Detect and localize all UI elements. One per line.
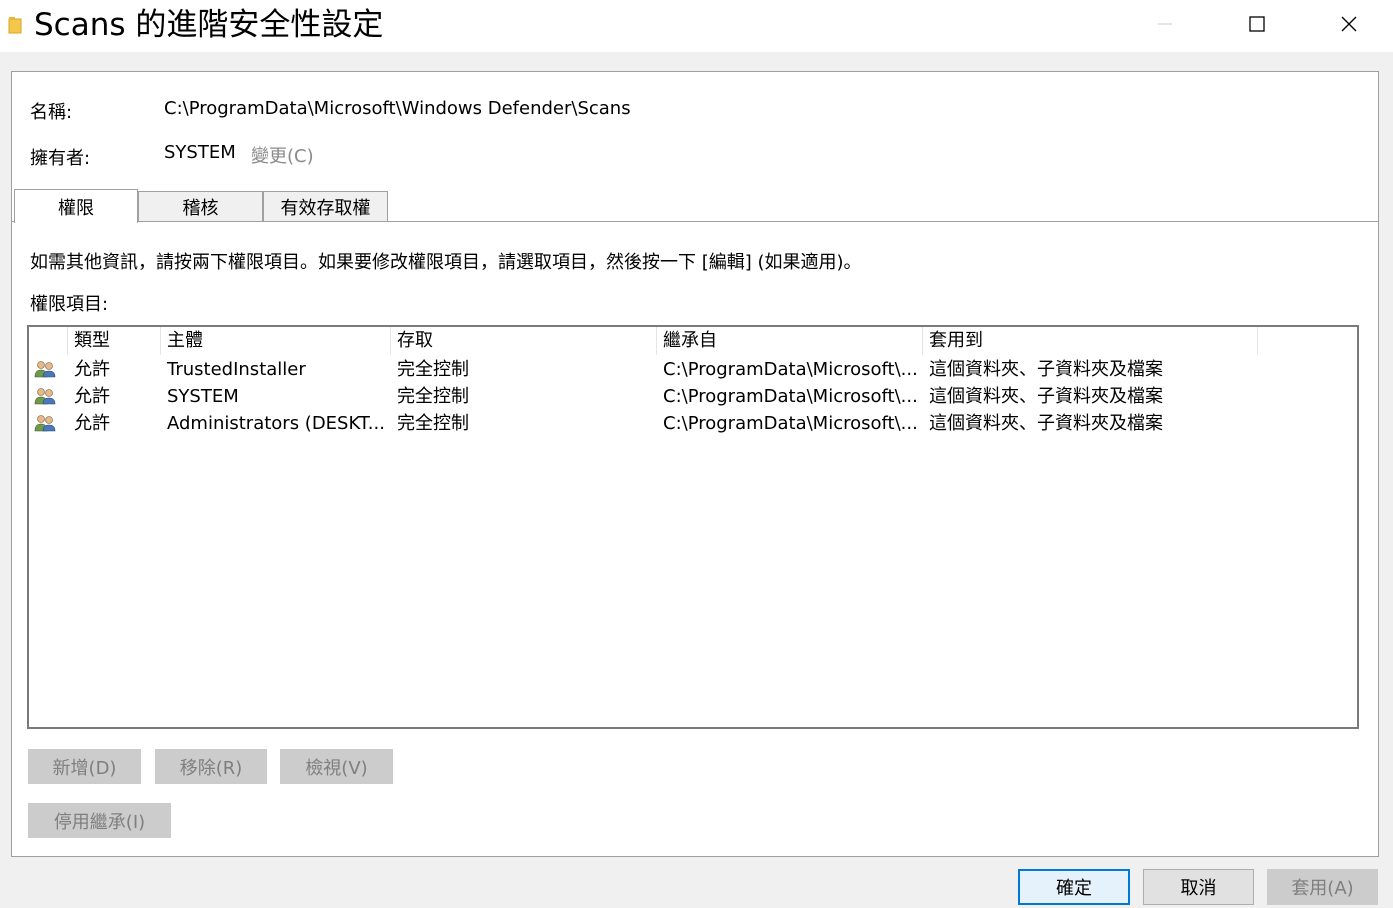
column-header-icon[interactable] xyxy=(29,327,68,355)
user-group-icon xyxy=(34,387,56,405)
entry-principal: SYSTEM xyxy=(167,386,239,407)
tab-permissions[interactable]: 權限 xyxy=(14,189,138,223)
maximize-icon xyxy=(1249,16,1265,36)
entry-access: 完全控制 xyxy=(397,386,469,407)
entry-applies-to: 這個資料夾、子資料夾及檔案 xyxy=(929,386,1163,407)
title-bar: Scans 的進階安全性設定 xyxy=(0,0,1393,52)
minimize-button[interactable] xyxy=(1119,0,1211,52)
apply-button[interactable]: 套用(A) xyxy=(1267,869,1378,905)
entry-principal: Administrators (DESKT... xyxy=(167,413,385,434)
entry-type: 允許 xyxy=(74,413,110,434)
change-owner-link[interactable]: 變更(C) xyxy=(251,142,314,168)
name-label: 名稱: xyxy=(30,102,73,123)
tab-auditing[interactable]: 稽核 xyxy=(138,191,263,221)
tab-effective-access[interactable]: 有效存取權 xyxy=(263,191,388,221)
column-header-applies-to[interactable]: 套用到 xyxy=(923,327,1258,355)
entry-type: 允許 xyxy=(74,359,110,380)
table-row[interactable]: 允許 SYSTEM 完全控制 C:\ProgramData\Microsoft\… xyxy=(29,383,1357,410)
table-row[interactable]: 允許 Administrators (DESKT... 完全控制 C:\Prog… xyxy=(29,410,1357,437)
column-header-principal[interactable]: 主體 xyxy=(161,327,391,355)
tab-strip-line xyxy=(12,221,1378,222)
column-header-inherited-from[interactable]: 繼承自 xyxy=(657,327,923,355)
entry-applies-to: 這個資料夾、子資料夾及檔案 xyxy=(929,413,1163,434)
disable-inheritance-button[interactable]: 停用繼承(I) xyxy=(28,803,171,838)
owner-label: 擁有者: xyxy=(30,148,91,169)
remove-button[interactable]: 移除(R) xyxy=(155,749,267,784)
view-button[interactable]: 檢視(V) xyxy=(280,749,393,784)
entry-access: 完全控制 xyxy=(397,359,469,380)
close-icon xyxy=(1341,16,1357,36)
window-title: Scans 的進階安全性設定 xyxy=(34,7,384,43)
name-value: C:\ProgramData\Microsoft\Windows Defende… xyxy=(164,98,631,119)
entry-type: 允許 xyxy=(74,386,110,407)
ok-button[interactable]: 確定 xyxy=(1018,869,1130,905)
permission-entries-list[interactable]: 類型 主體 存取 繼承自 套用到 允許 TrustedInstaller 完全控… xyxy=(27,325,1359,729)
entry-inherited-from: C:\ProgramData\Microsoft\... xyxy=(663,413,918,434)
user-group-icon xyxy=(34,360,56,378)
entry-access: 完全控制 xyxy=(397,413,469,434)
instructions-text: 如需其他資訊，請按兩下權限項目。如果要修改權限項目，請選取項目，然後按一下 [編… xyxy=(30,252,862,273)
security-settings-panel: 名稱: C:\ProgramData\Microsoft\Windows Def… xyxy=(11,71,1379,857)
column-header-access[interactable]: 存取 xyxy=(391,327,657,355)
cancel-button[interactable]: 取消 xyxy=(1143,869,1254,905)
permission-entries-label: 權限項目: xyxy=(30,294,109,315)
maximize-button[interactable] xyxy=(1211,0,1303,52)
user-group-icon xyxy=(34,414,56,432)
minimize-icon xyxy=(1157,16,1173,36)
close-button[interactable] xyxy=(1303,0,1393,52)
column-header-type[interactable]: 類型 xyxy=(68,327,161,355)
entry-applies-to: 這個資料夾、子資料夾及檔案 xyxy=(929,359,1163,380)
entry-principal: TrustedInstaller xyxy=(167,359,306,380)
folder-icon xyxy=(8,16,22,34)
list-header: 類型 主體 存取 繼承自 套用到 xyxy=(29,327,1357,355)
entry-inherited-from: C:\ProgramData\Microsoft\... xyxy=(663,359,918,380)
entry-inherited-from: C:\ProgramData\Microsoft\... xyxy=(663,386,918,407)
add-button[interactable]: 新增(D) xyxy=(28,749,141,784)
owner-value: SYSTEM xyxy=(164,142,236,163)
table-row[interactable]: 允許 TrustedInstaller 完全控制 C:\ProgramData\… xyxy=(29,356,1357,383)
